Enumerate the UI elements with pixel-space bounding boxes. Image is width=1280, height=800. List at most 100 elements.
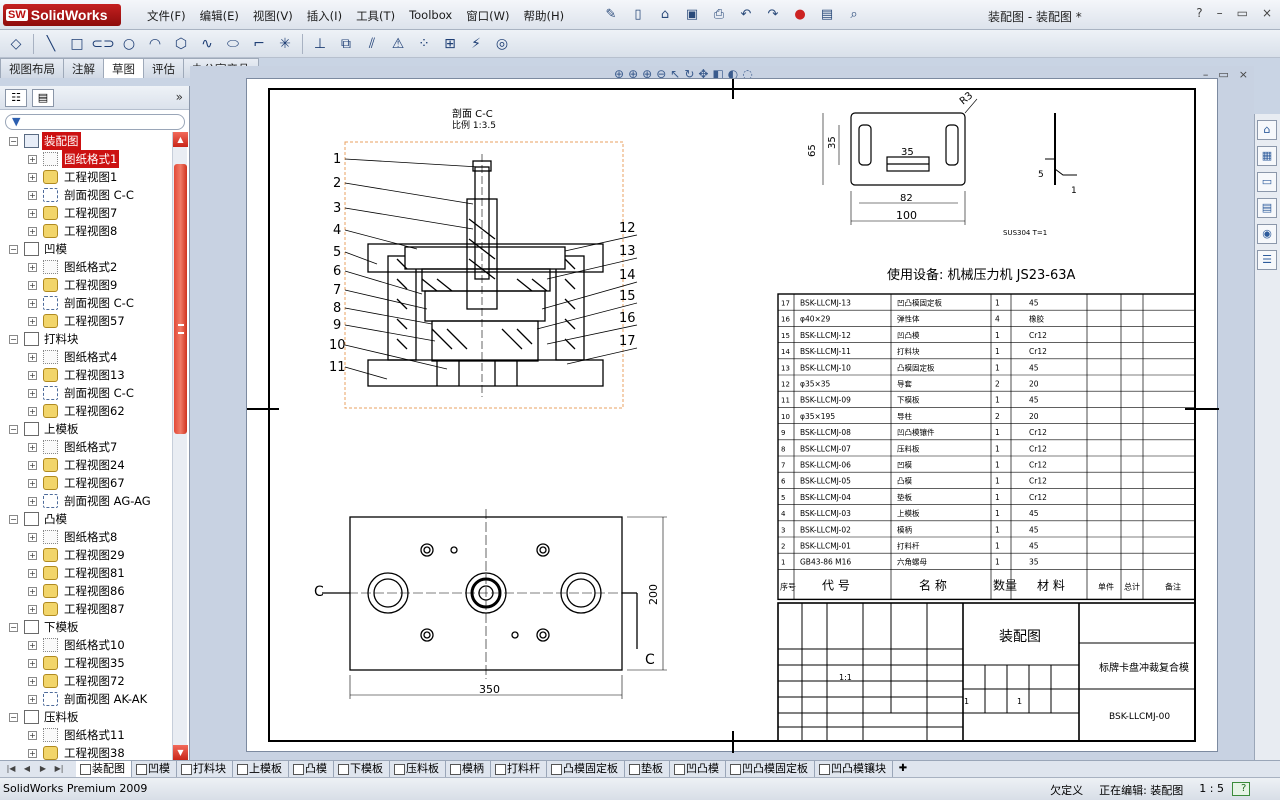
balloon-1[interactable]: 1 xyxy=(333,152,341,167)
tree-scrollbar[interactable]: ▲ ▼ xyxy=(172,132,188,760)
prev-sheet-icon[interactable]: ◀ xyxy=(20,763,34,775)
graphics-area[interactable]: ⊕ ⊕ ⊕ ⊖ ↖ ↻ ✥ ◧ ◐ ◌ – ▭ × 剖面 C-C 比例 1:3.… xyxy=(190,66,1254,760)
tree-item[interactable]: + 图纸格式2 xyxy=(0,258,172,276)
pattern-icon[interactable]: ⁘ xyxy=(412,33,436,55)
last-sheet-icon[interactable]: ▶| xyxy=(52,763,66,775)
menu-tools[interactable]: 工具(T) xyxy=(349,8,402,24)
tree-sheet[interactable]: − 压料板 xyxy=(0,708,172,726)
expand-icon[interactable]: + xyxy=(28,371,37,380)
sheet-tab[interactable]: 模柄 xyxy=(446,761,491,777)
sheet-tab[interactable]: 打料杆 xyxy=(491,761,547,777)
tab-annotation[interactable]: 注解 xyxy=(63,58,104,78)
save-icon[interactable]: ▣ xyxy=(681,4,703,24)
balloon-10[interactable]: 10 xyxy=(329,338,346,353)
tree-item[interactable]: + 剖面视图 AK-AK xyxy=(0,690,172,708)
tree-item[interactable]: + 图纸格式8 xyxy=(0,528,172,546)
balloon-3[interactable]: 3 xyxy=(333,201,341,216)
quick-tips-icon[interactable]: ? xyxy=(1232,782,1250,796)
view-palette-icon[interactable]: ▤ xyxy=(1257,198,1277,218)
balloon-13[interactable]: 13 xyxy=(619,244,636,259)
circle-icon[interactable]: ○ xyxy=(117,33,141,55)
relation-icon[interactable]: ⊞ xyxy=(438,33,462,55)
tree-item[interactable]: + 图纸格式7 xyxy=(0,438,172,456)
tree-item[interactable]: + 工程视图24 xyxy=(0,456,172,474)
expand-icon[interactable]: + xyxy=(28,191,37,200)
menu-edit[interactable]: 编辑(E) xyxy=(193,8,246,24)
balloon-16[interactable]: 16 xyxy=(619,311,636,326)
design-library-icon[interactable]: ▦ xyxy=(1257,146,1277,166)
tree-item[interactable]: + 工程视图8 xyxy=(0,222,172,240)
tree-item[interactable]: + 工程视图62 xyxy=(0,402,172,420)
sheet-tab[interactable]: 凹凸模镶块 xyxy=(815,761,893,777)
fillet-icon[interactable]: ⌐ xyxy=(247,33,271,55)
expand-icon[interactable]: + xyxy=(28,389,37,398)
balloon-11[interactable]: 11 xyxy=(329,360,346,375)
expand-icon[interactable]: + xyxy=(28,317,37,326)
tree-item[interactable]: + 工程视图29 xyxy=(0,546,172,564)
file-explorer-icon[interactable]: ▭ xyxy=(1257,172,1277,192)
balloon-17[interactable]: 17 xyxy=(619,334,636,349)
tree-root-drawing[interactable]: − 装配图 xyxy=(0,132,172,150)
appearances-icon[interactable]: ◉ xyxy=(1257,224,1277,244)
spline-icon[interactable]: ∿ xyxy=(195,33,219,55)
tree-item[interactable]: + 工程视图35 xyxy=(0,654,172,672)
collapse-icon[interactable]: − xyxy=(9,713,18,722)
tree-item[interactable]: + 工程视图57 xyxy=(0,312,172,330)
sheet-tab[interactable]: 下模板 xyxy=(334,761,390,777)
mirror-icon[interactable]: ⧉ xyxy=(334,33,358,55)
collapse-icon[interactable]: − xyxy=(9,623,18,632)
expand-icon[interactable]: + xyxy=(28,353,37,362)
arc-icon[interactable]: ◠ xyxy=(143,33,167,55)
solidworks-logo[interactable]: SW SolidWorks xyxy=(3,4,121,26)
sheet-tab[interactable]: 凹凸模 xyxy=(670,761,726,777)
tree-item[interactable]: + 工程视图86 xyxy=(0,582,172,600)
line-icon[interactable]: ╲ xyxy=(39,33,63,55)
tree-sheet[interactable]: − 打料块 xyxy=(0,330,172,348)
balloon-8[interactable]: 8 xyxy=(333,301,341,316)
help-icon[interactable]: ? xyxy=(1196,6,1202,20)
expand-icon[interactable]: + xyxy=(28,407,37,416)
tree-sheet[interactable]: − 凸模 xyxy=(0,510,172,528)
sheet-tab[interactable]: 凸模固定板 xyxy=(547,761,625,777)
pin-icon[interactable]: ✎ xyxy=(600,4,622,24)
sheet-tab[interactable]: 凹凸模固定板 xyxy=(726,761,815,777)
tree-item[interactable]: + 剖面视图 C-C xyxy=(0,186,172,204)
grid-icon[interactable]: ⚡ xyxy=(464,33,488,55)
menu-file[interactable]: 文件(F) xyxy=(140,8,193,24)
tree-item[interactable]: + 剖面视图 C-C xyxy=(0,384,172,402)
scroll-down-icon[interactable]: ▼ xyxy=(173,745,188,760)
first-sheet-icon[interactable]: |◀ xyxy=(4,763,18,775)
polygon-icon[interactable]: ⬡ xyxy=(169,33,193,55)
tree-item[interactable]: + 工程视图9 xyxy=(0,276,172,294)
collapse-icon[interactable]: − xyxy=(9,335,18,344)
tab-evaluate[interactable]: 评估 xyxy=(143,58,184,78)
menu-insert[interactable]: 插入(I) xyxy=(300,8,349,24)
balloon-4[interactable]: 4 xyxy=(333,223,341,238)
close-icon[interactable]: × xyxy=(1262,6,1272,20)
slot-icon[interactable]: ⊂⊃ xyxy=(91,33,115,55)
tree-item[interactable]: + 工程视图87 xyxy=(0,600,172,618)
expand-icon[interactable]: + xyxy=(28,605,37,614)
feature-tree-icon[interactable]: ☷ xyxy=(5,89,27,107)
tab-sketch[interactable]: 草图 xyxy=(103,58,144,78)
sheet-tab[interactable]: 凹模 xyxy=(132,761,177,777)
scroll-thumb[interactable] xyxy=(174,164,187,434)
tree-item[interactable]: + 工程视图1 xyxy=(0,168,172,186)
tree-item[interactable]: + 工程视图13 xyxy=(0,366,172,384)
sheet-tab[interactable]: 压料板 xyxy=(390,761,446,777)
tab-view-layout[interactable]: 视图布局 xyxy=(0,58,64,78)
property-manager-icon[interactable]: ▤ xyxy=(32,89,54,107)
menu-view[interactable]: 视图(V) xyxy=(246,8,300,24)
balloon-6[interactable]: 6 xyxy=(333,264,341,279)
expand-icon[interactable]: + xyxy=(28,587,37,596)
expand-icon[interactable]: + xyxy=(28,731,37,740)
expand-icon[interactable]: + xyxy=(28,641,37,650)
tree-item[interactable]: + 图纸格式11 xyxy=(0,726,172,744)
tree-filter-input[interactable]: ▼ xyxy=(5,114,185,130)
centerline-icon[interactable]: ⊥ xyxy=(308,33,332,55)
point-icon[interactable]: ✳ xyxy=(273,33,297,55)
expand-icon[interactable]: + xyxy=(28,155,37,164)
balloon-5[interactable]: 5 xyxy=(333,245,341,260)
balloon-15[interactable]: 15 xyxy=(619,289,636,304)
sheet-tab[interactable]: 凸模 xyxy=(289,761,334,777)
